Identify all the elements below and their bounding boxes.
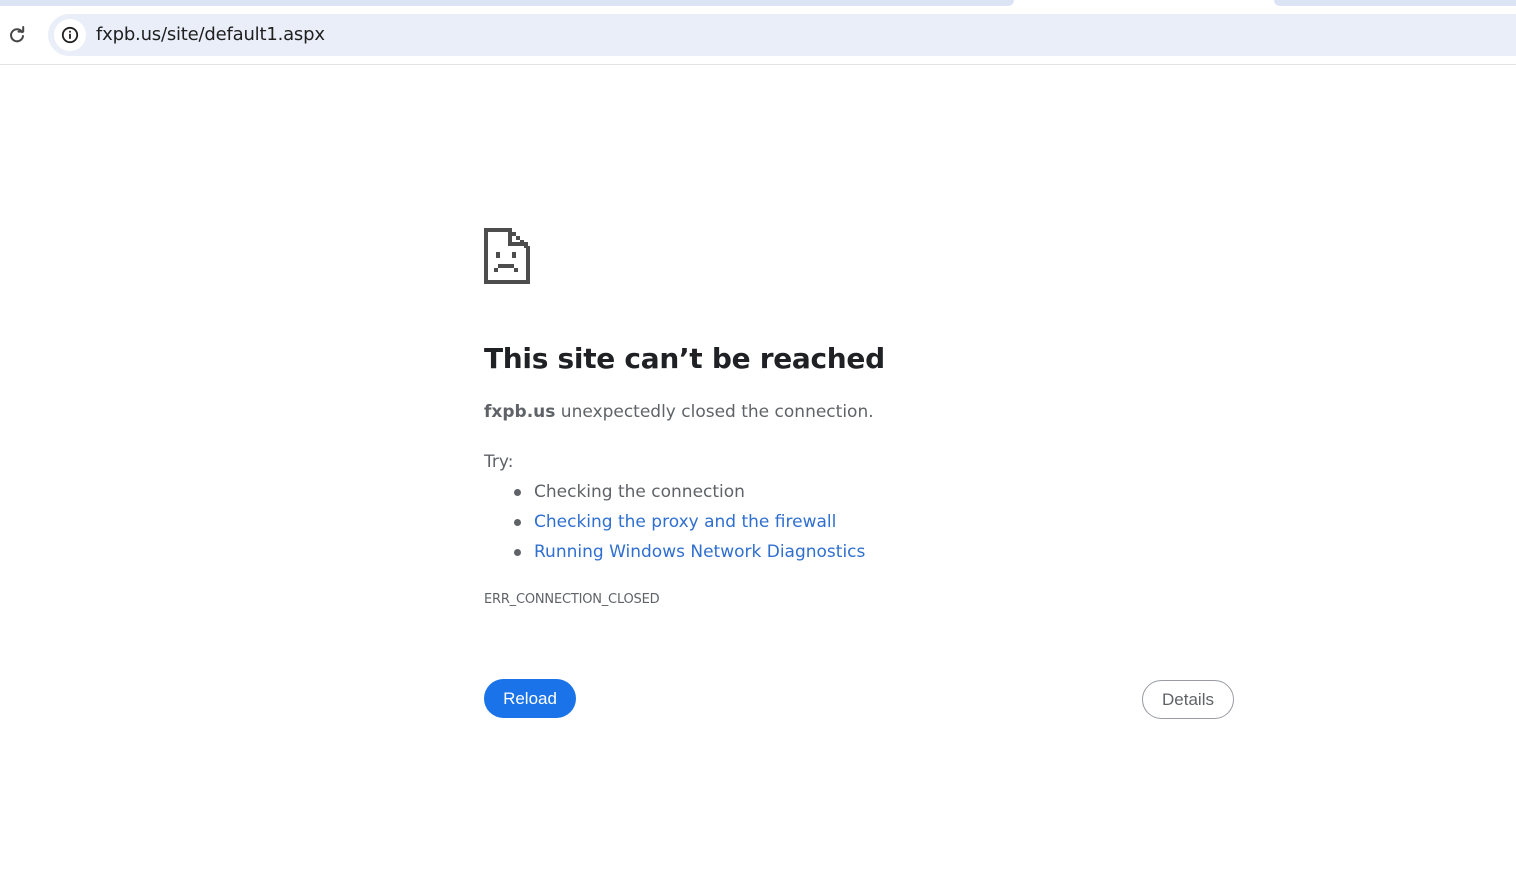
suggestion-check-connection: Checking the connection [534,482,745,502]
try-label: Try: [484,452,514,472]
details-button[interactable]: Details [1142,680,1234,719]
sad-document-icon [484,228,530,284]
error-message-text: unexpectedly closed the connection. [555,402,874,422]
reload-icon[interactable] [6,24,28,46]
error-title: This site can’t be reached [484,342,885,375]
error-message: fxpb.us unexpectedly closed the connecti… [484,402,874,422]
error-host: fxpb.us [484,402,556,422]
suggestion-link-network-diagnostics[interactable]: Running Windows Network Diagnostics [534,542,865,562]
url-text[interactable]: fxpb.us/site/default1.aspx [96,24,325,45]
list-item: Checking the proxy and the firewall [484,510,865,540]
list-item: Running Windows Network Diagnostics [484,540,865,570]
info-circle-icon[interactable] [54,19,86,51]
error-code: ERR_CONNECTION_CLOSED [484,592,660,607]
suggestion-link-proxy-firewall[interactable]: Checking the proxy and the firewall [534,512,836,532]
list-item: Checking the connection [484,480,865,510]
address-bar[interactable]: fxpb.us/site/default1.aspx [48,14,1516,56]
suggestion-list: Checking the connection Checking the pro… [484,480,865,570]
browser-toolbar: fxpb.us/site/default1.aspx [0,6,1516,65]
reload-button[interactable]: Reload [484,679,576,718]
